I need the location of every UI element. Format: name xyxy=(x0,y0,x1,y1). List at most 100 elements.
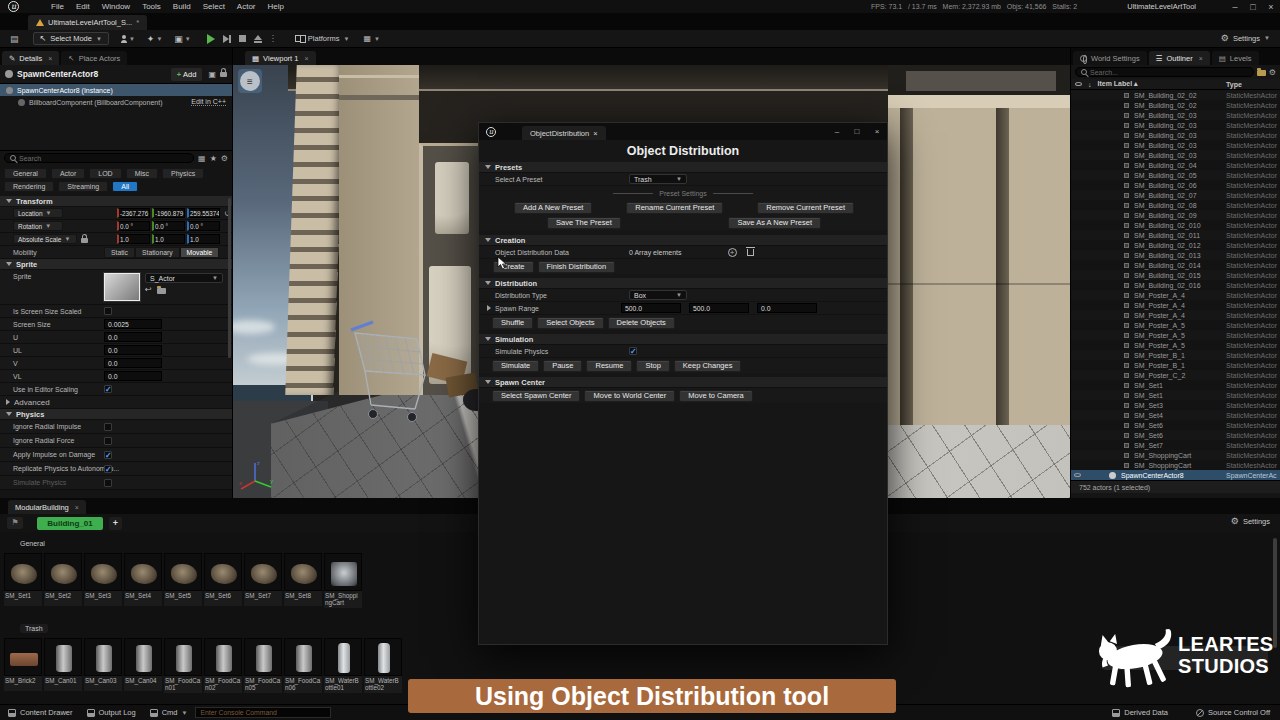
preset-dropdown[interactable]: Trash▼ xyxy=(629,174,687,184)
outliner-row[interactable]: SM_Building_02_04StaticMeshActor xyxy=(1071,160,1280,170)
asset-tile[interactable]: SM_Set5 xyxy=(164,553,202,606)
checkbox[interactable]: ✓ xyxy=(104,385,112,393)
asset-tile[interactable]: SM_FoodCan02 xyxy=(204,638,242,693)
asset-tile[interactable]: SM_Set3 xyxy=(84,553,122,606)
platforms-dropdown[interactable]: Platforms▼ xyxy=(295,34,350,43)
snap-grid-dropdown[interactable]: ▦▼ xyxy=(363,34,380,43)
button-add-a-new-preset[interactable]: Add A New Preset xyxy=(514,202,592,214)
asset-tile[interactable]: SM_FoodCan06 xyxy=(284,638,322,693)
add-actor-icon[interactable]: ▼ xyxy=(121,35,135,43)
lock-icon[interactable] xyxy=(81,238,88,243)
outliner-row[interactable]: SM_Building_02_09StaticMeshActor xyxy=(1071,210,1280,220)
menu-item-actor[interactable]: Actor xyxy=(231,2,262,11)
range-field[interactable]: 500.0 xyxy=(689,303,749,313)
filter-icon[interactable]: ⚑ xyxy=(7,517,23,529)
details-settings-icon[interactable]: ⚙ xyxy=(221,154,228,163)
advanced-row[interactable]: Advanced xyxy=(0,396,232,409)
distribution-type-dropdown[interactable]: Box▼ xyxy=(629,290,687,300)
section-transform[interactable]: Transform xyxy=(0,196,232,207)
viewport-menu-button[interactable]: ≡ xyxy=(238,69,262,93)
value-field[interactable]: 0.0 xyxy=(104,332,162,342)
outliner-row[interactable]: SM_Building_02_05StaticMeshActor xyxy=(1071,170,1280,180)
outliner-row[interactable]: SM_Building_02_02StaticMeshActor xyxy=(1071,100,1280,110)
value-field[interactable]: 0.0 xyxy=(104,371,162,381)
menu-item-build[interactable]: Build xyxy=(167,2,197,11)
filter-chip-physics[interactable]: Physics xyxy=(162,168,204,179)
axis-field[interactable]: -1960.879 xyxy=(152,208,185,218)
tab-modular-building[interactable]: ModularBuilding× xyxy=(8,500,86,514)
outliner-row[interactable]: SM_Building_02_016StaticMeshActor xyxy=(1071,280,1280,290)
menu-item-select[interactable]: Select xyxy=(197,2,231,11)
dialog-close-button[interactable]: × xyxy=(867,127,887,136)
filter-chip-rendering[interactable]: Rendering xyxy=(4,181,54,192)
filter-chip-misc[interactable]: Misc xyxy=(126,168,158,179)
outliner-row[interactable]: SM_Building_02_010StaticMeshActor xyxy=(1071,220,1280,230)
outliner-row[interactable]: SM_Building_02_08StaticMeshActor xyxy=(1071,200,1280,210)
outliner-row[interactable]: SM_Poster_A_5StaticMeshActor xyxy=(1071,340,1280,350)
dialog-minimize-button[interactable]: – xyxy=(827,127,847,136)
dialog-tab[interactable]: ObjectDistribution× xyxy=(522,126,606,140)
outliner-column-header[interactable]: ↓ Item Label ▴ Type xyxy=(1071,79,1280,90)
button-keep-changes[interactable]: Keep Changes xyxy=(674,360,742,372)
outliner-row[interactable]: SM_Building_02_02StaticMeshActor xyxy=(1071,90,1280,100)
output-log-button[interactable]: Output Log xyxy=(87,708,136,717)
tree-row-actor[interactable]: SpawnCenterActor8 (Instance) xyxy=(0,84,232,96)
settings-dropdown[interactable]: ⚙ Settings▼ xyxy=(1221,33,1270,43)
outliner-row[interactable]: SM_Poster_B_1StaticMeshActor xyxy=(1071,350,1280,360)
outliner-row[interactable]: SM_Set6StaticMeshActor xyxy=(1071,420,1280,430)
clear-array-icon[interactable] xyxy=(747,249,754,256)
absolute scale-dropdown[interactable]: Absolute Scale ▼ xyxy=(13,234,77,244)
asset-tile[interactable]: SM_Can03 xyxy=(84,638,122,691)
section-physics[interactable]: Physics xyxy=(0,409,232,420)
outliner-row[interactable]: SM_Set1StaticMeshActor xyxy=(1071,390,1280,400)
checkbox[interactable]: ✓ xyxy=(104,451,112,459)
dialog-section-creation[interactable]: Creation xyxy=(479,235,887,246)
asset-tile[interactable]: SM_Set6 xyxy=(204,553,242,606)
outliner-row[interactable]: SM_Poster_B_1StaticMeshActor xyxy=(1071,360,1280,370)
section-label-trash[interactable]: Trash xyxy=(20,624,48,633)
range-field[interactable]: 500.0 xyxy=(621,303,681,313)
button-select-objects[interactable]: Select Objects xyxy=(537,317,603,329)
range-field[interactable]: 0.0 xyxy=(757,303,817,313)
menu-item-file[interactable]: File xyxy=(45,2,70,11)
content-drawer-button[interactable]: Content Drawer xyxy=(8,708,73,717)
simulate-physics-checkbox[interactable]: ✓ xyxy=(629,347,637,355)
eject-button[interactable] xyxy=(254,35,262,43)
outliner-row[interactable]: SM_Set4StaticMeshActor xyxy=(1071,410,1280,420)
outliner-row[interactable]: SM_Building_02_014StaticMeshActor xyxy=(1071,260,1280,270)
stop-button[interactable] xyxy=(239,35,246,42)
outliner-row[interactable]: SM_Set6StaticMeshActor xyxy=(1071,430,1280,440)
button-resume[interactable]: Resume xyxy=(586,360,632,372)
tab-place-actors[interactable]: ↖Place Actors xyxy=(61,51,127,65)
sprite-thumbnail[interactable] xyxy=(104,273,140,301)
section-label-general[interactable]: General xyxy=(20,540,45,547)
add-component-button[interactable]: +Add xyxy=(171,68,203,81)
dialog-titlebar[interactable]: u ObjectDistribution× – □ × xyxy=(479,123,887,140)
dialog-section-presets[interactable]: Presets xyxy=(479,162,887,173)
button-remove-current-preset[interactable]: Remove Current Preset xyxy=(757,202,854,214)
button-rename-current-preset[interactable]: Rename Current Preset xyxy=(626,202,723,214)
outliner-row[interactable]: SM_Building_02_015StaticMeshActor xyxy=(1071,270,1280,280)
new-folder-icon[interactable] xyxy=(1257,70,1266,76)
save-icon[interactable]: ▤ xyxy=(10,34,19,44)
outliner-row[interactable]: SM_Poster_A_4StaticMeshActor xyxy=(1071,310,1280,320)
button-save-the-preset[interactable]: Save The Preset xyxy=(547,217,621,229)
derived-data-button[interactable]: Derived Data xyxy=(1112,708,1168,717)
button-save-as-a-new-preset[interactable]: Save As A New Preset xyxy=(728,217,821,229)
axis-field[interactable]: 0.0 ° xyxy=(117,221,150,231)
checkbox[interactable] xyxy=(104,307,112,315)
expander-icon[interactable] xyxy=(487,305,491,311)
details-search-input[interactable]: Search xyxy=(4,153,194,163)
outliner-row-selected[interactable]: SpawnCenterActor8SpawnCenterAc xyxy=(1071,470,1280,480)
tab-world-settings[interactable]: World Settings xyxy=(1073,51,1147,65)
add-preset-button[interactable]: + xyxy=(109,517,122,530)
checkbox[interactable]: ✓ xyxy=(104,465,112,473)
asset-tile[interactable]: SM_Set4 xyxy=(124,553,162,606)
checkbox[interactable] xyxy=(104,437,112,445)
cinematics-icon[interactable]: ▣▼ xyxy=(174,34,190,44)
maximize-button[interactable]: □ xyxy=(1244,2,1262,12)
outliner-row[interactable]: SM_Poster_A_4StaticMeshActor xyxy=(1071,290,1280,300)
select-mode-dropdown[interactable]: ↖Select Mode▼ xyxy=(33,32,109,45)
asset-tile[interactable]: SM_Can01 xyxy=(44,638,82,691)
filter-chip-actor[interactable]: Actor xyxy=(51,168,85,179)
